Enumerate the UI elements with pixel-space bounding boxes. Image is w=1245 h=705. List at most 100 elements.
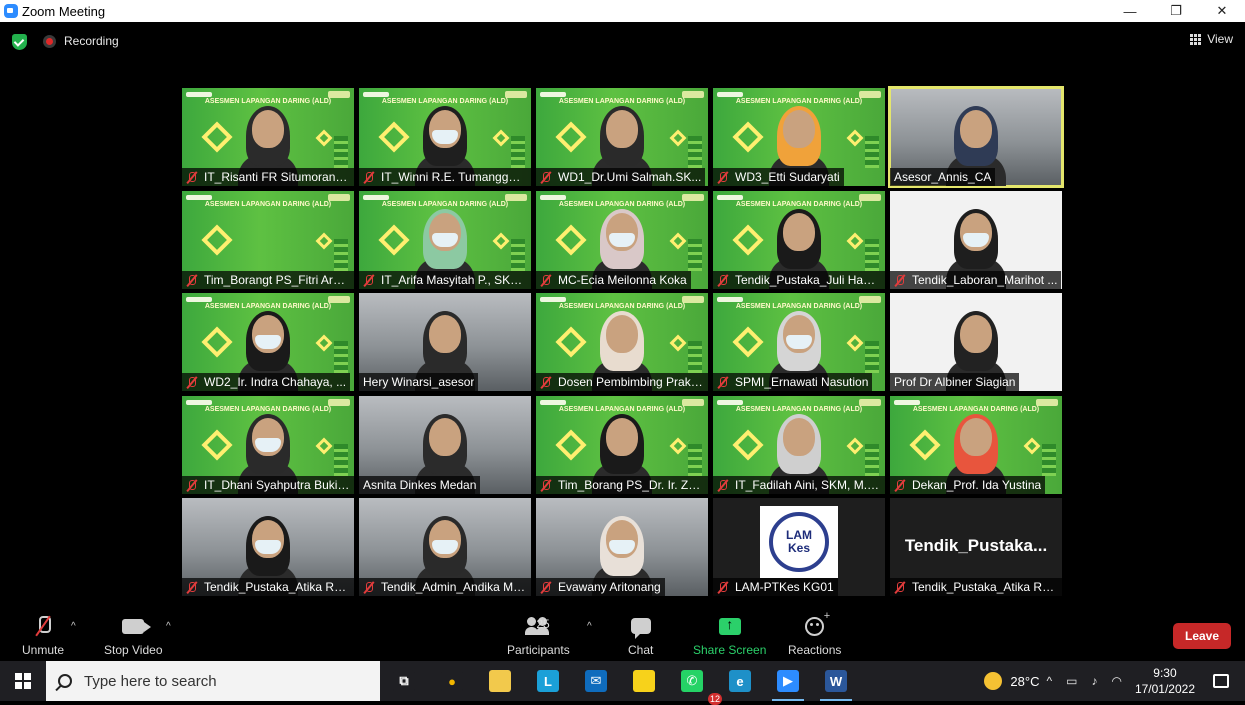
unmute-button[interactable]: Unmute [22, 613, 64, 657]
mic-muted-icon [185, 274, 199, 287]
slide-decoration [315, 129, 333, 147]
battery-icon[interactable]: ▭ [1066, 674, 1077, 688]
participant-tile[interactable]: ASESMEN LAPANGAN DARING (ALD) Dekan_Prof.… [890, 396, 1062, 494]
video-camera-icon [122, 618, 152, 634]
participant-name-bar: Tendik_Laboran_Marihot ... [890, 271, 1062, 289]
face-mask [432, 540, 458, 554]
participant-tile[interactable]: ASESMEN LAPANGAN DARING (ALD) MC-Ecia Mei… [536, 191, 708, 289]
view-button[interactable]: View [1190, 32, 1233, 46]
participant-tile[interactable]: ASESMEN LAPANGAN DARING (ALD) IT_Fadilah … [713, 396, 885, 494]
grid-view-icon [1190, 33, 1202, 45]
participant-tile[interactable]: Tendik_Pustaka... Tendik_Pustaka_Atika Ra… [890, 498, 1062, 596]
taskbar-search[interactable]: Type here to search [46, 661, 380, 701]
maximize-button[interactable]: ❐ [1153, 0, 1199, 22]
slide-decoration [688, 239, 702, 271]
taskbar-clock[interactable]: 9:30 17/01/2022 [1135, 665, 1195, 697]
participant-name: Tendik_Pustaka_Atika Ra... [204, 580, 350, 594]
zoom-icon: ▶ [777, 670, 799, 692]
slide-decoration [315, 334, 333, 352]
participant-tile[interactable]: ASESMEN LAPANGAN DARING (ALD) WD3_Etti Su… [713, 88, 885, 186]
kampus-merdeka-logo [505, 91, 527, 98]
recording-indicator[interactable]: Recording [43, 34, 119, 48]
university-logo [363, 92, 389, 97]
participant-name: IT_Fadilah Aini, SKM, M.Kes [735, 478, 881, 492]
temperature[interactable]: 28°C [1010, 674, 1039, 689]
participant-tile[interactable]: ASESMEN LAPANGAN DARING (ALD) IT_Winni R.… [359, 88, 531, 186]
stop-video-label: Stop Video [104, 643, 163, 657]
participant-tile[interactable]: LAM Kes LAM-PTKes KG01 [713, 498, 885, 596]
participant-tile[interactable]: ASESMEN LAPANGAN DARING (ALD) SPMI_Ernawa… [713, 293, 885, 391]
mic-muted-icon [716, 479, 730, 492]
participant-tile[interactable]: Tendik_Pustaka_Atika Ra... [182, 498, 354, 596]
participant-face [606, 315, 638, 353]
taskbar-app-task-view[interactable]: ⧉ [380, 661, 428, 701]
participant-tile[interactable]: ASESMEN LAPANGAN DARING (ALD) Dosen Pembi… [536, 293, 708, 391]
participant-tile[interactable]: Tendik_Admin_Andika Ma... [359, 498, 531, 596]
share-screen-button[interactable]: Share Screen [693, 613, 766, 658]
volume-icon[interactable]: ♪ [1091, 674, 1097, 688]
taskbar-app-whatsapp[interactable]: ✆ 12 [668, 661, 722, 705]
taskbar-app-zoom[interactable]: ▶ [764, 661, 812, 701]
kampus-merdeka-logo [328, 296, 350, 303]
mic-muted-icon [539, 171, 553, 184]
participants-button[interactable]: 25 Participants [507, 613, 570, 657]
close-button[interactable]: ✕ [1199, 0, 1245, 22]
face-mask [432, 233, 458, 247]
participant-name-bar: SPMI_Ernawati Nasution [713, 373, 873, 391]
participant-tile[interactable]: ASESMEN LAPANGAN DARING (ALD) WD2_Ir. Ind… [182, 293, 354, 391]
participants-options-caret[interactable]: ^ [587, 621, 592, 632]
mic-muted-icon [716, 376, 730, 389]
participant-face [783, 110, 815, 148]
participant-tile[interactable]: Prof Dr Albiner Siagian [890, 293, 1062, 391]
participant-name-bar: LAM-PTKes KG01 [713, 578, 838, 596]
participant-tile[interactable]: Asnita Dinkes Medan [359, 396, 531, 494]
participant-tile[interactable]: Hery Winarsi_asesor [359, 293, 531, 391]
face-mask [255, 540, 281, 554]
stop-video-button[interactable]: Stop Video [104, 613, 163, 657]
encryption-shield-icon[interactable] [12, 34, 27, 50]
university-logo [717, 92, 743, 97]
taskbar-app-app-l[interactable]: L [524, 661, 572, 701]
slide-decoration [865, 239, 879, 271]
taskbar-app-chrome[interactable]: ● [428, 661, 476, 701]
taskbar-app-file-explorer[interactable] [476, 661, 524, 701]
logo-line: Kes [787, 541, 810, 555]
slide-decoration [909, 429, 941, 461]
wifi-icon[interactable]: ◠ [1111, 674, 1121, 688]
participant-tile[interactable]: ASESMEN LAPANGAN DARING (ALD) WD1_Dr.Umi … [536, 88, 708, 186]
slide-decoration [511, 136, 525, 168]
show-hidden-icons[interactable]: ^ [1046, 674, 1052, 688]
start-button[interactable] [0, 661, 46, 701]
audio-options-caret[interactable]: ^ [71, 621, 76, 632]
participant-face [960, 315, 992, 353]
participant-tile[interactable]: ASESMEN LAPANGAN DARING (ALD) IT_Arifa Ma… [359, 191, 531, 289]
participant-tile[interactable]: ASESMEN LAPANGAN DARING (ALD) Tendik_Pust… [713, 191, 885, 289]
slide-decoration [334, 444, 348, 476]
participant-tile[interactable]: Asesor_Annis_CA [888, 86, 1064, 188]
kampus-merdeka-logo [859, 91, 881, 98]
leave-button[interactable]: Leave [1173, 623, 1231, 649]
taskbar-app-word[interactable]: W [812, 661, 860, 701]
participant-name-bar: Tendik_Pustaka_Atika Ra... [182, 578, 354, 596]
video-options-caret[interactable]: ^ [166, 621, 171, 632]
weather-icon[interactable] [984, 672, 1003, 690]
participant-name-bar: IT_Fadilah Aini, SKM, M.Kes [713, 476, 885, 494]
participant-tile[interactable]: ASESMEN LAPANGAN DARING (ALD) Tim_Borangt… [182, 191, 354, 289]
notifications-icon[interactable] [1213, 674, 1229, 688]
participant-tile[interactable]: ASESMEN LAPANGAN DARING (ALD) IT_Risanti … [182, 88, 354, 186]
face-mask [609, 540, 635, 554]
slide-banner: ASESMEN LAPANGAN DARING (ALD) [735, 406, 863, 413]
taskbar-app-sticky-notes[interactable] [620, 661, 668, 701]
taskbar-app-mail[interactable]: ✉ [572, 661, 620, 701]
chat-button[interactable]: Chat [628, 613, 653, 657]
participant-tile[interactable]: ASESMEN LAPANGAN DARING (ALD) IT_Dhani Sy… [182, 396, 354, 494]
participant-tile[interactable]: Evawany Aritonang [536, 498, 708, 596]
participant-tile[interactable]: ASESMEN LAPANGAN DARING (ALD) Tim_Borang … [536, 396, 708, 494]
reactions-button[interactable]: Reactions [788, 610, 841, 658]
minimize-button[interactable]: — [1107, 0, 1153, 22]
participant-tile[interactable]: Tendik_Laboran_Marihot ... [890, 191, 1062, 289]
participant-name: Asnita Dinkes Medan [363, 478, 477, 492]
taskbar-app-edge[interactable]: e [716, 661, 764, 701]
slide-decoration [201, 224, 233, 256]
mic-muted-icon [893, 479, 907, 492]
